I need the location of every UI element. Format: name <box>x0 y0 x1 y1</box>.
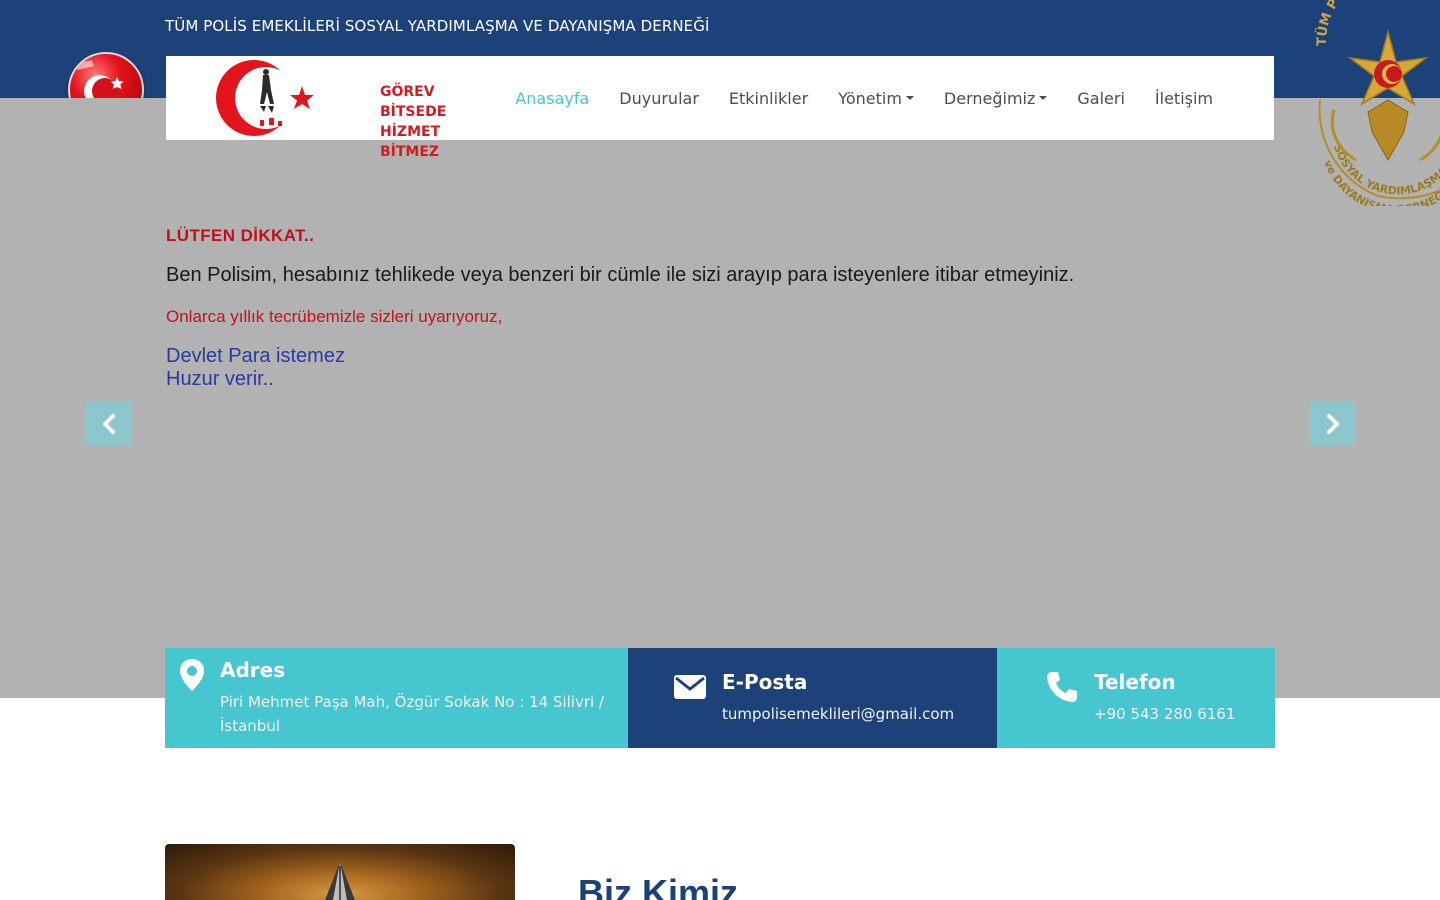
about-section-title: Biz Kimiz <box>578 872 739 900</box>
nav-item-anasayfa[interactable]: Anasayfa <box>500 89 604 108</box>
map-marker-icon <box>180 659 204 691</box>
nav-label: Derneğimiz <box>943 88 1036 108</box>
slide-notice: LÜTFEN DİKKAT.. Ben Polisim, hesabınız t… <box>166 226 1276 391</box>
address-line2: İstanbul <box>220 717 281 735</box>
main-navbar: GÖREV BİTSEDE HİZMET BİTMEZ Anasayfa Duy… <box>166 56 1274 160</box>
pen-nib-image-icon <box>325 862 355 900</box>
address-line1: Piri Mehmet Paşa Mah, Özgür Sokak No : 1… <box>220 693 604 711</box>
brand-slogan-line2: HİZMET BİTMEZ <box>380 124 441 160</box>
slider-next-button[interactable] <box>1310 401 1355 446</box>
nav-menu: Anasayfa Duyurular Etkinlikler Yönetim D… <box>500 56 1228 140</box>
address-box: Adres Piri Mehmet Paşa Mah, Özgür Sokak … <box>165 648 628 748</box>
caret-down-icon <box>905 96 914 100</box>
about-image <box>165 844 515 900</box>
notice-title: LÜTFEN DİKKAT.. <box>166 226 315 245</box>
phone-title: Telefon <box>1094 670 1176 694</box>
notice-caution-text: Onlarca yıllık tecrübemizle sizleri uyar… <box>166 307 503 326</box>
address-title: Adres <box>220 658 286 682</box>
nav-label: Duyurular <box>619 88 699 108</box>
nav-label: İletişim <box>1154 88 1213 108</box>
chevron-left-icon <box>102 413 115 434</box>
hero-slider: LÜTFEN DİKKAT.. Ben Polisim, hesabınız t… <box>0 98 1440 698</box>
nav-item-yonetim-dropdown[interactable]: Yönetim <box>823 89 929 108</box>
phone-link[interactable]: +90 543 280 6161 <box>1094 702 1235 726</box>
nav-item-duyurular[interactable]: Duyurular <box>604 89 714 108</box>
notice-warning-text: Ben Polisim, hesabınız tehlikede veya be… <box>166 264 1075 286</box>
contact-info-bar: Adres Piri Mehmet Paşa Mah, Özgür Sokak … <box>165 648 1275 748</box>
nav-label: Etkinlikler <box>728 88 809 108</box>
crescent-star-logo-icon <box>216 60 314 136</box>
envelope-icon <box>674 675 706 699</box>
brand-logo[interactable]: GÖREV BİTSEDE HİZMET BİTMEZ <box>214 60 454 160</box>
nav-item-etkinlikler[interactable]: Etkinlikler <box>714 89 823 108</box>
email-box: E-Posta tumpolisemeklileri@gmail.com <box>628 648 997 748</box>
notice-motto-line2: Huzur verir.. <box>166 368 274 390</box>
nav-label: Yönetim <box>838 88 902 108</box>
nav-item-galeri[interactable]: Galeri <box>1062 89 1140 108</box>
phone-box: Telefon +90 543 280 6161 <box>997 648 1275 748</box>
brand-slogan: GÖREV BİTSEDE HİZMET BİTMEZ <box>380 82 454 162</box>
brand-slogan-line1: GÖREV BİTSEDE <box>380 84 447 120</box>
address-text: Piri Mehmet Paşa Mah, Özgür Sokak No : 1… <box>220 690 620 738</box>
association-emblem-icon: TÜM POLİS EMEKLİLERİ SOSYAL YARDIMLAŞMA … <box>1308 0 1440 206</box>
email-link[interactable]: tumpolisemeklileri@gmail.com <box>722 702 954 726</box>
nav-item-dernegimiz-dropdown[interactable]: Derneğimiz <box>929 89 1062 108</box>
phone-icon <box>1047 672 1077 702</box>
nav-item-iletisim[interactable]: İletişim <box>1140 89 1228 108</box>
nav-label: Galeri <box>1077 88 1125 108</box>
email-title: E-Posta <box>722 670 808 694</box>
caret-down-icon <box>1039 96 1048 100</box>
notice-motto: Devlet Para istemez Huzur verir.. <box>166 345 1276 391</box>
slider-prev-button[interactable] <box>86 401 131 446</box>
notice-motto-line1: Devlet Para istemez <box>166 345 345 367</box>
nav-label: Anasayfa <box>515 88 590 108</box>
chevron-right-icon <box>1326 413 1339 434</box>
organization-name: TÜM POLİS EMEKLİLERİ SOSYAL YARDIMLAŞMA … <box>165 17 710 35</box>
